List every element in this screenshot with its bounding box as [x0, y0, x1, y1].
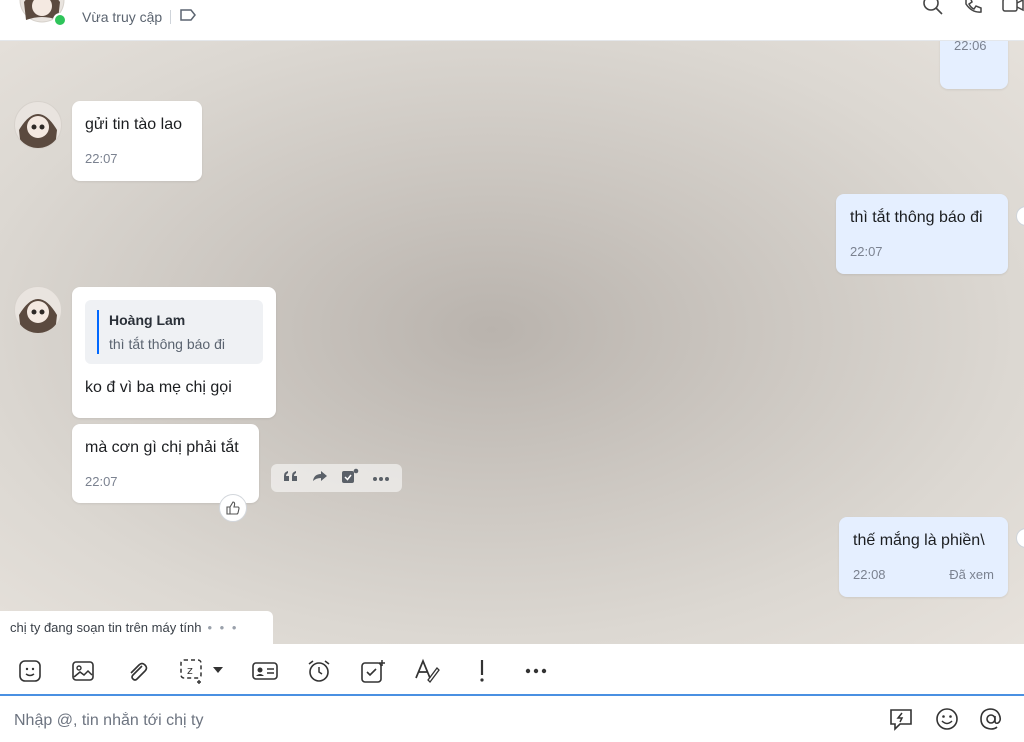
tag-icon[interactable]	[179, 8, 197, 25]
format-text-icon[interactable]	[413, 657, 441, 685]
composer-toolbar: z	[0, 644, 1024, 696]
message-text: ko đ vì ba mẹ chị gọi	[85, 379, 232, 396]
message-text: thế mắng là phiền\	[853, 532, 985, 549]
select-task-icon[interactable]	[341, 468, 359, 489]
message-list[interactable]: 22:06 gửi tin tào lao 22:07 thì tắt thôn…	[0, 40, 1024, 644]
quote-text: thì tắt thông báo đi	[109, 336, 225, 352]
emoji-icon[interactable]	[934, 706, 960, 732]
like-reaction-button[interactable]	[219, 494, 247, 522]
message-bubble-mine[interactable]: thì tắt thông báo đi 22:07	[836, 194, 1008, 274]
urgent-icon[interactable]	[468, 657, 496, 685]
message-time: 22:07	[85, 474, 118, 489]
contact-card-icon[interactable]	[251, 657, 279, 685]
sender-avatar[interactable]	[14, 286, 62, 334]
seen-avatar	[1016, 528, 1024, 548]
chat-header: Vừa truy cập	[0, 0, 1024, 41]
seen-status: Đã xem	[949, 567, 994, 582]
message-text: mà cơn gì chị phải tắt	[85, 439, 239, 456]
typing-text: chị ty đang soạn tin trên máy tính	[10, 620, 202, 635]
more-options-icon[interactable]	[372, 469, 390, 487]
mention-icon[interactable]	[978, 706, 1004, 732]
message-time: 22:08	[853, 567, 886, 582]
message-text: gửi tin tào lao	[85, 116, 182, 133]
search-icon[interactable]	[922, 0, 944, 16]
message-bubble-mine[interactable]: 22:06	[940, 40, 1008, 89]
screenshot-icon[interactable]: z	[178, 657, 228, 685]
message-bubble-theirs[interactable]: mà cơn gì chị phải tắt 22:07	[72, 424, 259, 503]
more-icon[interactable]	[522, 657, 550, 685]
message-bubble-mine[interactable]: thế mắng là phiền\ 22:08 Đã xem	[839, 517, 1008, 597]
typing-dots: • • •	[207, 620, 239, 635]
quote-bar	[97, 310, 99, 354]
attachment-icon[interactable]	[123, 657, 151, 685]
svg-text:z: z	[187, 664, 193, 677]
sticker-icon[interactable]	[16, 657, 44, 685]
quote-author: Hoàng Lam	[109, 312, 186, 328]
sender-avatar[interactable]	[14, 101, 62, 149]
online-status: Vừa truy cập	[82, 8, 163, 25]
reminder-icon[interactable]	[305, 657, 333, 685]
quick-message-icon[interactable]	[888, 706, 914, 732]
typing-indicator: chị ty đang soạn tin trên máy tính • • •	[0, 611, 273, 644]
message-input[interactable]	[12, 708, 836, 734]
quoted-message[interactable]: Hoàng Lam thì tắt thông báo đi	[85, 300, 263, 364]
video-call-icon[interactable]	[1002, 0, 1024, 16]
phone-icon[interactable]	[962, 0, 984, 16]
thumbs-up-icon	[226, 501, 240, 515]
image-icon[interactable]	[69, 657, 97, 685]
message-bubble-theirs[interactable]: Hoàng Lam thì tắt thông báo đi ko đ vì b…	[72, 287, 276, 418]
message-time: 22:07	[85, 151, 118, 166]
message-bubble-theirs[interactable]: gửi tin tào lao 22:07	[72, 101, 202, 181]
message-time: 22:06	[954, 40, 987, 53]
task-icon[interactable]	[359, 657, 387, 685]
contact-avatar[interactable]	[18, 0, 67, 28]
forward-icon[interactable]	[312, 469, 328, 487]
message-composer	[0, 696, 1024, 742]
message-time: 22:07	[850, 244, 883, 259]
seen-avatar	[1016, 206, 1024, 226]
message-actions	[271, 464, 402, 492]
quote-reply-icon[interactable]	[283, 469, 299, 487]
divider	[170, 9, 172, 24]
message-text: thì tắt thông báo đi	[850, 209, 983, 226]
